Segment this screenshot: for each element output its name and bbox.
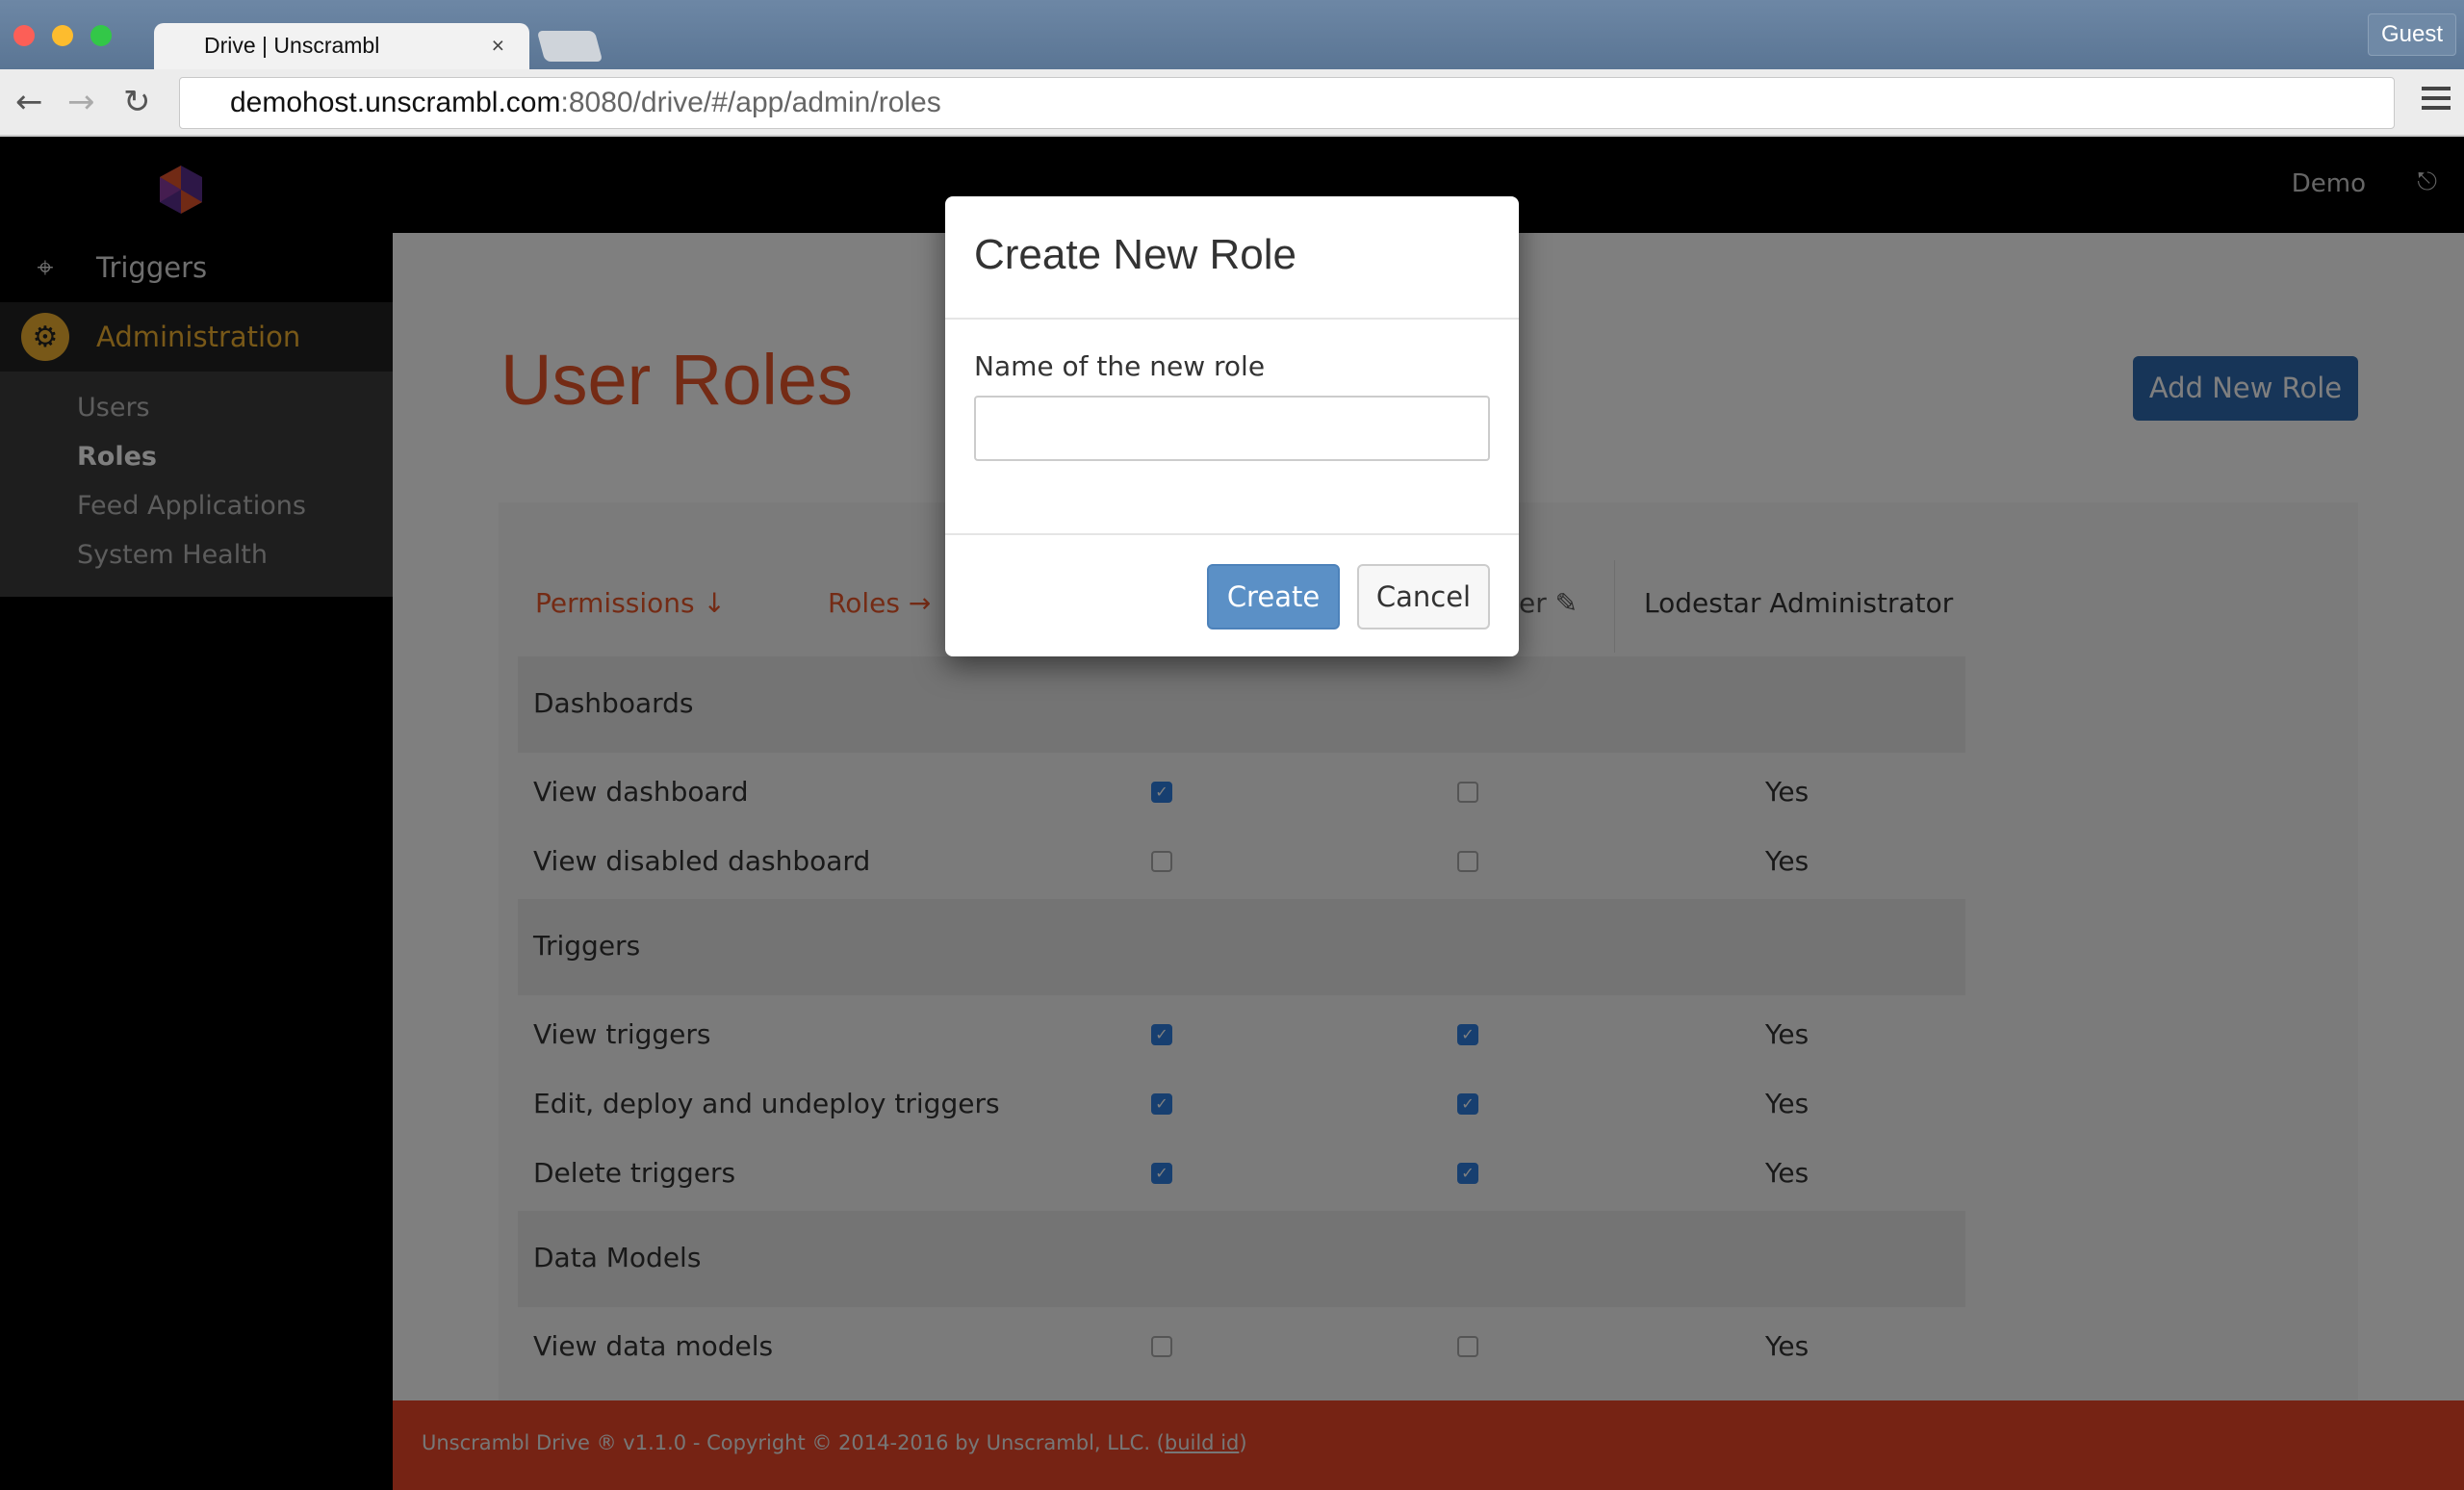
create-button[interactable]: Create xyxy=(1207,564,1340,629)
forward-icon[interactable]: → xyxy=(67,83,95,121)
browser-tab-bar: Drive | Unscrambl × Guest xyxy=(0,0,2464,69)
browser-menu-icon[interactable] xyxy=(2422,87,2451,116)
maximize-window-button[interactable] xyxy=(90,25,112,46)
close-window-button[interactable] xyxy=(13,25,35,46)
role-name-label: Name of the new role xyxy=(974,350,1266,382)
url-path: :8080/drive/#/app/admin/roles xyxy=(560,87,941,118)
reload-icon[interactable]: ↻ xyxy=(123,83,151,121)
minimize-window-button[interactable] xyxy=(52,25,73,46)
tab-title: Drive | Unscrambl xyxy=(204,33,380,58)
browser-tab[interactable]: Drive | Unscrambl × xyxy=(154,23,529,69)
guest-profile-button[interactable]: Guest xyxy=(2368,13,2456,56)
address-bar[interactable]: demohost.unscrambl.com:8080/drive/#/app/… xyxy=(179,77,2395,129)
role-name-input[interactable] xyxy=(974,396,1490,461)
back-icon[interactable]: ← xyxy=(15,83,43,121)
create-role-modal: Create New Role Name of the new role Cre… xyxy=(945,196,1519,656)
new-tab-button[interactable] xyxy=(536,31,603,62)
app: Demo ⎋ ⌖Triggers ⚙Administration Users R… xyxy=(0,137,2464,1490)
cancel-button[interactable]: Cancel xyxy=(1357,564,1490,629)
modal-title: Create New Role xyxy=(945,196,1519,320)
url-host: demohost.unscrambl.com xyxy=(230,87,561,118)
tab-close-icon[interactable]: × xyxy=(492,33,504,59)
browser-toolbar: ← → ↻ demohost.unscrambl.com:8080/drive/… xyxy=(0,69,2464,137)
